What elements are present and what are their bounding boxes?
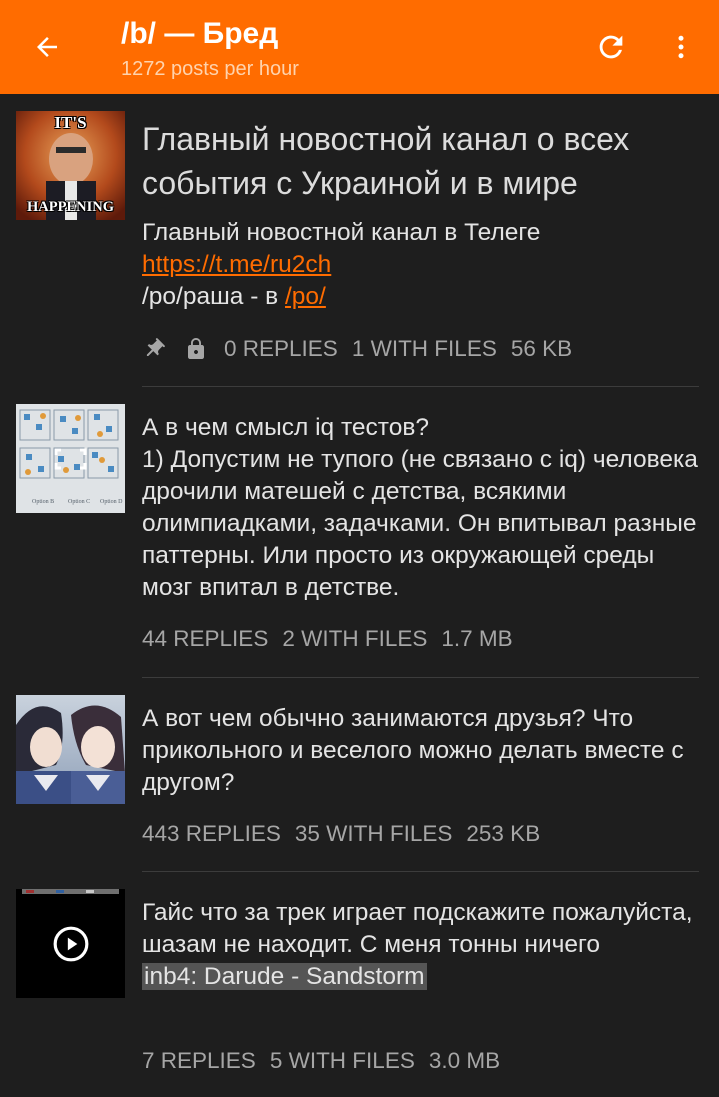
- thread-comment: Главный новостной канал в Телеге https:/…: [142, 217, 702, 313]
- thread-thumbnail[interactable]: [16, 695, 125, 804]
- thumbnail-caption-bottom: HAPPENING: [27, 199, 114, 215]
- files-size: 253 KB: [466, 821, 541, 846]
- files-count: 2 WITH FILES: [282, 626, 428, 651]
- spoiler-text[interactable]: inb4: Darude - Sandstorm: [142, 963, 427, 990]
- thread-comment: Гайс что за трек играет подскажите пожал…: [142, 899, 693, 958]
- refresh-button[interactable]: [586, 22, 636, 72]
- pin-icon: [146, 338, 165, 357]
- thread-stats: 7 REPLIES 5 WITH FILES 3.0 MB: [142, 1046, 500, 1076]
- thumbnail-image: [16, 695, 125, 804]
- telegram-link[interactable]: https://t.me/ru2ch: [142, 251, 331, 278]
- files-size: 3.0 MB: [428, 1048, 501, 1073]
- replies-count: 443 REPLIES: [142, 821, 281, 846]
- thread-comment: А в чем смысл iq тестов? 1) Допустим не …: [142, 414, 698, 601]
- files-count: 35 WITH FILES: [294, 821, 453, 846]
- play-circle-icon: [53, 926, 89, 962]
- replies-count: 0 REPLIES: [224, 336, 338, 361]
- thread-stats: 0 REPLIES 1 WITH FILES 56 KB: [142, 334, 572, 364]
- thumbnail-caption: Option C: [68, 499, 90, 505]
- more-options-button[interactable]: [656, 22, 706, 72]
- board-subtitle: 1272 posts per hour: [121, 58, 299, 80]
- lock-icon: [188, 338, 204, 359]
- replies-count: 44 REPLIES: [142, 626, 269, 651]
- title-block: /b/ — Бред 1272 posts per hour: [121, 14, 299, 82]
- thread-item[interactable]: Гайс что за трек играет подскажите пожал…: [0, 872, 719, 1097]
- thread-stats: 44 REPLIES 2 WITH FILES 1.7 MB: [142, 624, 513, 654]
- refresh-icon: [599, 35, 623, 59]
- thread-subject: Главный новостной канал о всех события с…: [142, 121, 630, 201]
- thread-item[interactable]: IT'S HAPPENING Главный новостной канал о…: [0, 94, 719, 386]
- thumbnail-caption: Option B: [32, 499, 54, 505]
- comment-line: /po/раша - в: [142, 283, 285, 310]
- arrow-back-icon: [37, 37, 57, 57]
- more-vertical-icon: [678, 35, 684, 59]
- thread-thumbnail[interactable]: [16, 889, 125, 998]
- thread-stats: 443 REPLIES 35 WITH FILES 253 KB: [142, 819, 540, 849]
- thread-item[interactable]: Option B Option C Option D А в чем смысл…: [0, 387, 719, 677]
- files-count: 1 WITH FILES: [351, 336, 497, 361]
- replies-count: 7 REPLIES: [142, 1048, 256, 1073]
- thread-thumbnail[interactable]: IT'S HAPPENING: [16, 111, 125, 220]
- board-title: /b/ — Бред: [121, 17, 279, 50]
- thumbnail-caption-top: IT'S: [54, 113, 87, 132]
- files-count: 5 WITH FILES: [269, 1048, 415, 1073]
- thread-comment: А вот чем обычно занимаются друзья? Что …: [142, 705, 684, 796]
- files-size: 1.7 MB: [441, 626, 513, 651]
- files-size: 56 KB: [510, 336, 573, 361]
- comment-line: Главный новостной канал в Телеге: [142, 219, 541, 246]
- board-link[interactable]: /po/: [285, 283, 326, 310]
- thumbnail-image: Option B Option C Option D: [16, 404, 125, 513]
- app-bar: /b/ — Бред 1272 posts per hour: [0, 0, 719, 94]
- thread-item[interactable]: А вот чем обычно занимаются друзья? Что …: [0, 678, 719, 871]
- thumbnail-caption: Option D: [100, 499, 123, 505]
- thread-thumbnail[interactable]: Option B Option C Option D: [16, 404, 125, 513]
- back-button[interactable]: [22, 22, 72, 72]
